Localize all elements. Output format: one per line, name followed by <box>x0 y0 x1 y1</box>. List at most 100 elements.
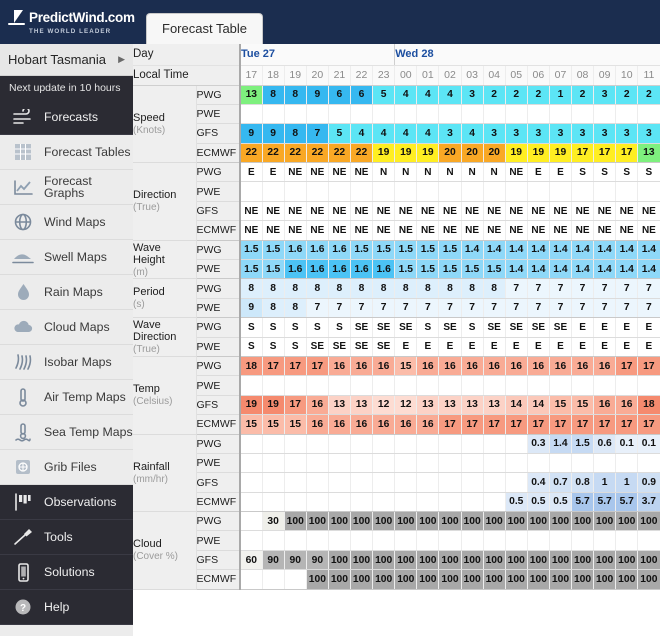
forecast-cell: 19 <box>240 395 263 416</box>
sidebar-item-air-temp-maps[interactable]: Air Temp Maps <box>0 380 133 415</box>
forecast-cell: 1.4 <box>571 240 595 261</box>
sidebar-item-help[interactable]: ? Help <box>0 590 133 625</box>
forecast-cell <box>416 104 440 125</box>
forecast-cell: NE <box>306 201 329 222</box>
globe-icon <box>11 211 35 233</box>
forecast-cell <box>438 472 462 493</box>
forecast-cell: S <box>615 162 639 183</box>
sidebar-item-isobar-maps[interactable]: Isobar Maps <box>0 345 133 380</box>
sidebar-item-tools[interactable]: Tools <box>0 520 133 555</box>
forecast-cell <box>637 104 660 125</box>
group-unit: (Celsius) <box>133 396 173 408</box>
forecast-cell: 19 <box>394 143 418 164</box>
forecast-cell: 7 <box>571 298 595 319</box>
forecast-cell: 1.5 <box>240 240 263 261</box>
forecast-cell: NE <box>328 220 351 241</box>
forecast-cell: 4 <box>394 123 418 144</box>
forecast-cell: 2 <box>615 85 639 105</box>
forecast-cell: NE <box>328 162 351 183</box>
sidebar-item-forecast-tables[interactable]: Forecast Tables <box>0 135 133 170</box>
forecast-cell: 7 <box>527 278 550 299</box>
forecast-cell: E <box>527 162 550 183</box>
forecast-cell: 4 <box>438 85 462 105</box>
forecast-cell: 0.6 <box>593 434 617 454</box>
forecast-cell: 100 <box>438 569 462 590</box>
forecast-table: Day Tue 27 Wed 28 Local Time 17 18 19 20 21 22 23 0… <box>133 44 660 590</box>
sidebar-item-forecast-graphs[interactable]: Forecast Graphs <box>0 170 133 205</box>
group-name: Temp <box>133 383 160 396</box>
forecast-cell: E <box>483 337 506 357</box>
forecast-cell: 3 <box>438 123 462 144</box>
forecast-cell: 3 <box>505 123 528 144</box>
brand-logo[interactable]: PredictWind.com THE WORLD LEADER <box>0 0 135 44</box>
sidebar-item-swell-maps[interactable]: Swell Maps <box>0 240 133 275</box>
forecast-cell: 100 <box>461 550 484 571</box>
forecast-cell <box>549 104 573 125</box>
forecast-cell <box>615 530 639 551</box>
forecast-cell: 7 <box>306 298 329 319</box>
model-label: GFS <box>196 201 241 222</box>
sidebar-item-label: Isobar Maps <box>44 354 112 369</box>
sidebar-item-solutions[interactable]: Solutions <box>0 555 133 590</box>
forecast-cell: 20 <box>461 143 484 164</box>
forecast-cell: 100 <box>571 550 595 571</box>
forecast-cell <box>615 375 639 396</box>
forecast-cell: 100 <box>549 550 573 571</box>
forecast-cell <box>505 453 528 474</box>
forecast-cell: 100 <box>483 511 506 532</box>
forecast-cell: 16 <box>416 414 440 435</box>
forecast-cell <box>416 492 440 513</box>
forecast-cell: 2 <box>505 85 528 105</box>
forecast-cell: 17 <box>505 414 528 435</box>
forecast-cell <box>505 434 528 454</box>
sidebar-item-sea-temp-maps[interactable]: Sea Temp Maps <box>0 415 133 450</box>
forecast-cell: NE <box>262 220 285 241</box>
forecast-cell: SE <box>372 317 396 338</box>
sidebar-item-observations[interactable]: Observations <box>0 485 133 520</box>
forecast-cell: 100 <box>394 550 418 571</box>
hour-header: 11 <box>637 65 660 86</box>
model-label: PWE <box>196 337 241 357</box>
forecast-cell: 5.7 <box>593 492 617 513</box>
forecast-cell <box>394 472 418 493</box>
forecast-cell: 3 <box>615 123 639 144</box>
hour-header: 17 <box>240 65 263 86</box>
hour-header: 01 <box>416 65 440 86</box>
sidebar-item-cloud-maps[interactable]: Cloud Maps <box>0 310 133 345</box>
forecast-cell: 7 <box>350 298 374 319</box>
forecast-cell <box>483 375 506 396</box>
sidebar-item-grib-files[interactable]: Grib Files <box>0 450 133 485</box>
forecast-cell: E <box>637 317 660 338</box>
forecast-cell <box>637 453 660 474</box>
forecast-cell <box>306 472 329 493</box>
tab-strip: Forecast Table <box>133 0 660 44</box>
forecast-cell <box>483 453 506 474</box>
forecast-cell: 1.5 <box>350 240 374 261</box>
tab-forecast-table[interactable]: Forecast Table <box>146 13 264 44</box>
raindrop-icon <box>11 281 35 303</box>
forecast-cell: S <box>306 317 329 338</box>
table-row: ECMWF 22 22 22 22 22 22 19 19 19 20 20 20 19 19 19 17 17 1… <box>133 143 660 164</box>
forecast-cell: 1.4 <box>615 259 639 280</box>
table-row: PWE <box>133 530 660 551</box>
forecast-cell: 100 <box>593 511 617 532</box>
model-label: GFS <box>196 395 241 416</box>
forecast-cell: NE <box>438 201 462 222</box>
forecast-cell: 100 <box>461 511 484 532</box>
forecast-cell <box>240 569 263 590</box>
forecast-cell <box>284 472 307 493</box>
forecast-cell: 13 <box>483 395 506 416</box>
sidebar-item-rain-maps[interactable]: Rain Maps <box>0 275 133 310</box>
forecast-cell: S <box>416 317 440 338</box>
svg-text:?: ? <box>20 603 26 614</box>
forecast-cell: 16 <box>527 356 550 377</box>
forecast-cell: NE <box>350 162 374 183</box>
forecast-cell <box>637 530 660 551</box>
forecast-cell: 16 <box>306 395 329 416</box>
forecast-cell: 1.5 <box>416 259 440 280</box>
sidebar-item-wind-maps[interactable]: Wind Maps <box>0 205 133 240</box>
location-selector[interactable]: Hobart Tasmania ▶ <box>0 44 133 76</box>
table-row: Period (s) PWG 8 8 8 8 8 8 8 8 8 8 8 8 7 7 7 7 7 7 7 <box>133 278 660 319</box>
sidebar-item-forecasts[interactable]: Forecasts <box>0 100 133 135</box>
forecast-cell: 100 <box>438 550 462 571</box>
